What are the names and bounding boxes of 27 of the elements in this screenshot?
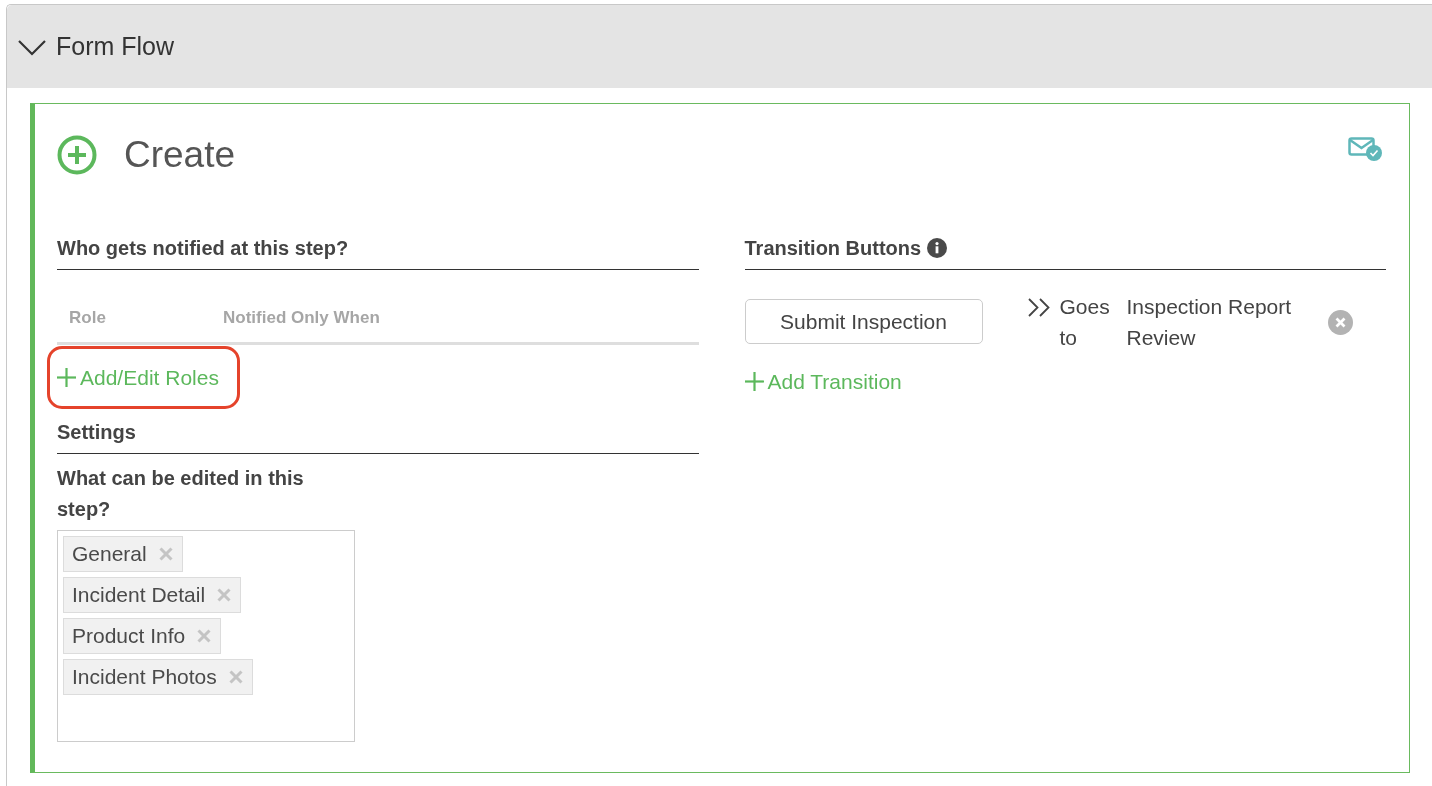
section-heading: Who gets notified at this step? [57,236,699,270]
mail-check-icon[interactable] [1348,137,1382,161]
goes-to-label: Goes to [1059,294,1111,351]
close-icon[interactable] [1327,310,1353,335]
tag-label: Incident Photos [72,665,217,689]
tag-label: General [72,542,147,566]
tag-label: Product Info [72,624,186,648]
tag-label: Incident Detail [72,583,206,607]
plus-icon [744,372,764,391]
close-icon[interactable] [217,588,232,602]
panel-title: Form Flow [56,32,175,61]
column-header: Role [69,307,107,328]
info-icon[interactable] [927,238,948,258]
close-icon[interactable] [228,670,243,684]
target-step: Inspection Report Review [1126,291,1317,353]
double-chevron-icon [1027,298,1051,317]
field-label: What can be edited in this step? [57,466,305,522]
step-title: Create [124,134,236,176]
section-heading: Settings [57,420,699,454]
column-header: Notified Only When [223,307,380,328]
close-icon[interactable] [197,629,212,643]
plus-icon [57,368,76,387]
plus-circle-icon [57,135,97,175]
tag-input-field[interactable]: General Incident Detail Product Info Incident Photos [57,530,355,742]
section-heading: Transition Buttons [744,236,922,260]
close-icon[interactable] [158,547,173,561]
transition-button[interactable]: Submit Inspection [744,299,983,344]
